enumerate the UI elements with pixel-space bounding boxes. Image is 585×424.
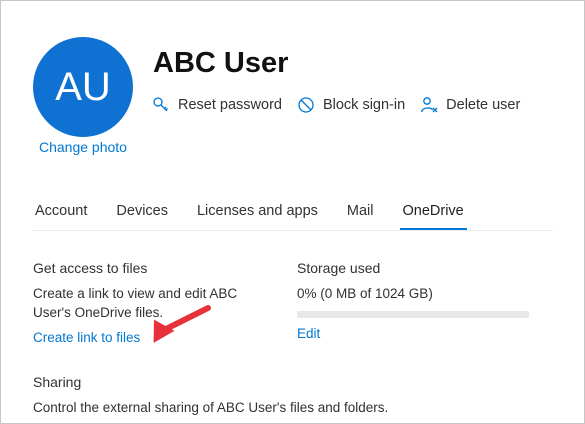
storage-usage-text: 0% (0 MB of 1024 GB)	[297, 286, 433, 301]
reset-password-button[interactable]: Reset password	[152, 96, 282, 114]
tab-licenses-and-apps[interactable]: Licenses and apps	[197, 203, 318, 219]
tab-bar: Account Devices Licenses and apps Mail O…	[35, 203, 493, 230]
tab-account[interactable]: Account	[35, 203, 87, 219]
user-actions-bar: Reset password Block sign-in Delete user	[152, 96, 535, 114]
get-access-title: Get access to files	[33, 260, 148, 276]
create-link-to-files-link[interactable]: Create link to files	[33, 330, 140, 345]
change-photo-link[interactable]: Change photo	[39, 139, 127, 155]
block-sign-in-button[interactable]: Block sign-in	[297, 96, 405, 114]
avatar-initials: AU	[55, 64, 111, 109]
block-icon	[298, 97, 314, 113]
avatar: AU	[33, 37, 133, 137]
remove-user-icon	[421, 97, 438, 113]
delete-user-button[interactable]: Delete user	[420, 96, 520, 114]
tab-mail[interactable]: Mail	[347, 203, 374, 219]
user-display-name: ABC User	[153, 47, 289, 79]
annotation-arrow-icon	[153, 305, 211, 343]
tab-devices[interactable]: Devices	[116, 203, 168, 219]
sharing-title: Sharing	[33, 374, 82, 390]
storage-used-title: Storage used	[297, 260, 381, 276]
key-icon	[153, 97, 168, 112]
sharing-description: Control the external sharing of ABC User…	[33, 400, 389, 415]
storage-edit-link[interactable]: Edit	[297, 326, 320, 341]
tab-onedrive[interactable]: OneDrive	[399, 203, 468, 230]
delete-user-label: Delete user	[446, 97, 521, 113]
tab-divider	[33, 230, 553, 231]
reset-password-label: Reset password	[178, 97, 282, 113]
block-sign-in-label: Block sign-in	[322, 97, 406, 113]
storage-progress-bar	[297, 311, 529, 318]
